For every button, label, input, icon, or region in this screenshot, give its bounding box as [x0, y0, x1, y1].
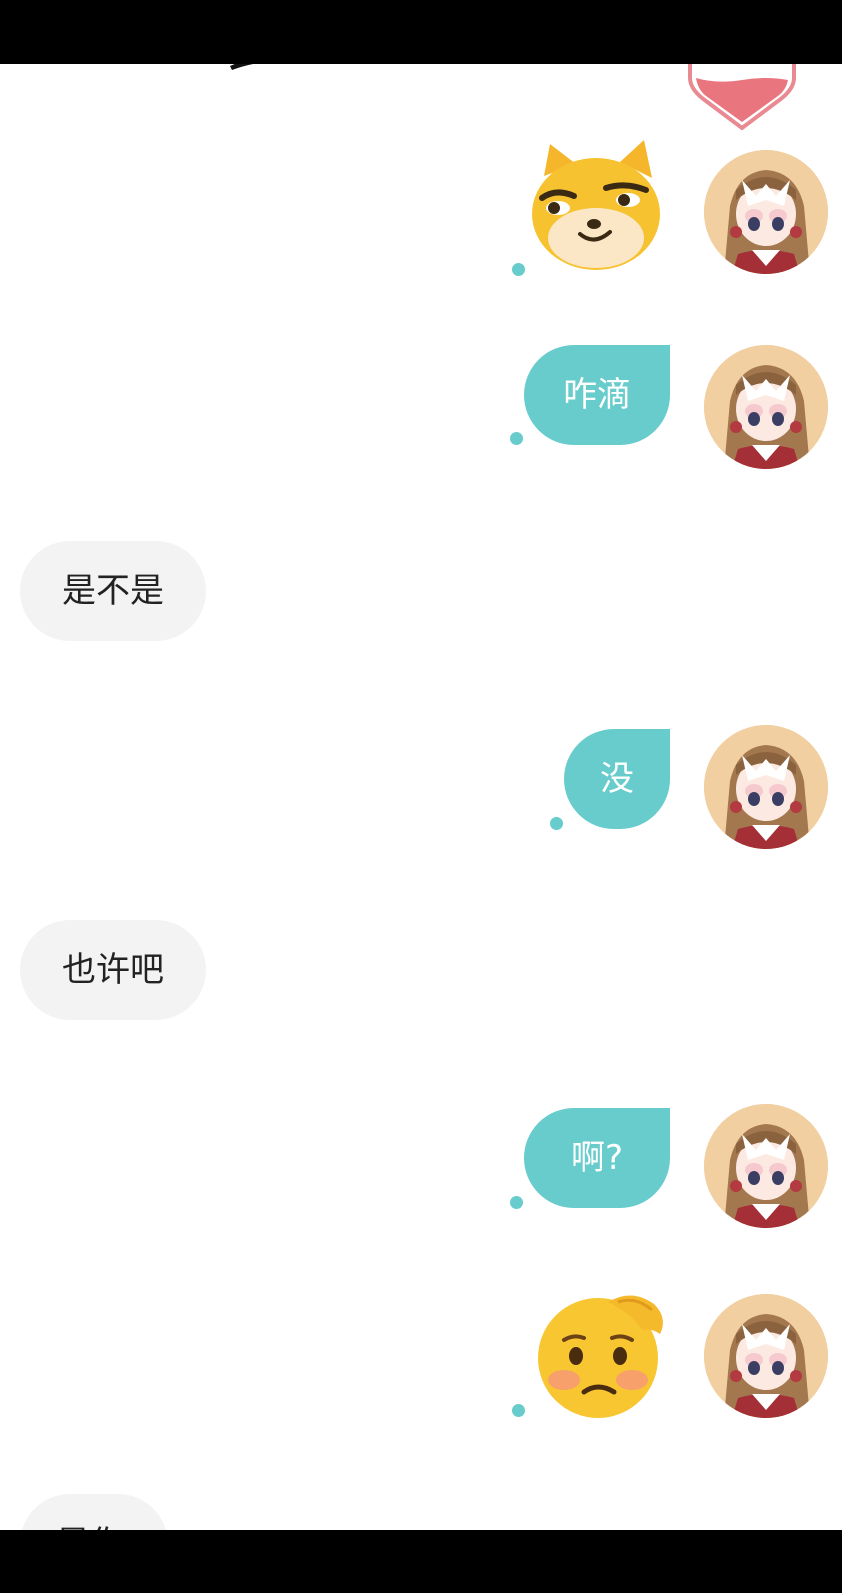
outgoing-message-bubble[interactable]: 咋滴: [524, 345, 670, 445]
incoming-message-bubble[interactable]: 也许吧: [20, 920, 206, 1020]
heart-icon: [688, 64, 796, 130]
read-dot-icon: [512, 263, 525, 276]
anime-girl-avatar-icon[interactable]: [704, 725, 828, 849]
outgoing-message-bubble[interactable]: 啊?: [524, 1108, 670, 1208]
read-dot-icon: [550, 817, 563, 830]
read-dot-icon: [510, 1196, 523, 1209]
read-dot-icon: [510, 432, 523, 445]
incoming-message-bubble[interactable]: 是不是: [20, 541, 206, 641]
incoming-message-bubble[interactable]: 是你: [20, 1494, 168, 1530]
outgoing-message-bubble[interactable]: 没: [564, 729, 670, 829]
anime-girl-avatar-icon[interactable]: [704, 1104, 828, 1228]
sticker-partial-icon: [230, 64, 254, 70]
anime-girl-avatar-icon[interactable]: [704, 150, 828, 274]
bottom-navigation-bar: [0, 1530, 842, 1593]
anime-girl-avatar-icon[interactable]: [704, 1294, 828, 1418]
embarrassed-face-sticker[interactable]: [534, 1288, 668, 1420]
chat-message-list[interactable]: 咋滴 是不是 没 也许吧 啊?: [0, 64, 842, 1530]
read-dot-icon: [512, 1404, 525, 1417]
smug-cat-sticker[interactable]: [528, 138, 666, 274]
top-system-bar: [0, 0, 842, 64]
anime-girl-avatar-icon[interactable]: [704, 345, 828, 469]
